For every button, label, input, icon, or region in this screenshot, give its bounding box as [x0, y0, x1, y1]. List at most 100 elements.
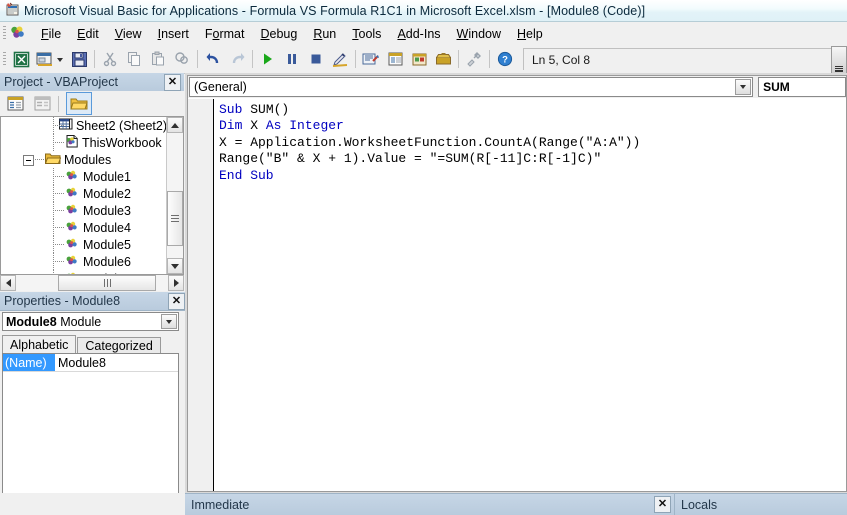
toggle-folders-icon[interactable] [66, 92, 92, 115]
tree-item-label: Module1 [83, 169, 131, 184]
toolbar-overflow-button[interactable] [831, 46, 847, 75]
project-panel-close-icon[interactable]: ✕ [164, 73, 181, 91]
menu-edit[interactable]: Edit [69, 24, 107, 44]
toolbar-drag-grip[interactable] [3, 51, 6, 67]
break-icon[interactable] [280, 47, 304, 71]
property-key: (Name) [3, 354, 55, 371]
save-icon[interactable] [67, 47, 91, 71]
insert-dropdown-caret-icon[interactable] [57, 58, 63, 62]
code-token: SUM() [250, 102, 290, 117]
vba-app-icon [5, 2, 20, 20]
procedure-combo[interactable]: SUM [758, 77, 846, 97]
undo-icon[interactable] [201, 47, 225, 71]
object-browser-icon[interactable] [407, 47, 431, 71]
project-tree-hscrollbar[interactable] [0, 275, 184, 291]
workbook-icon [65, 134, 79, 151]
view-code-icon[interactable] [3, 93, 27, 114]
tree-item-module6[interactable]: Module6 [1, 253, 167, 270]
menu-tools[interactable]: Tools [344, 24, 389, 44]
tree-item-modules-folder[interactable]: Modules [1, 151, 167, 168]
view-excel-icon[interactable] [9, 47, 33, 71]
module-icon [65, 237, 80, 253]
immediate-pane-close-icon[interactable]: ✕ [654, 496, 671, 513]
tab-categorized[interactable]: Categorized [77, 337, 161, 354]
properties-panel: Properties - Module8 ✕ Module8 Module Al… [0, 292, 188, 515]
tree-item-sheet2[interactable]: Sheet2 (Sheet2) [1, 117, 167, 134]
menu-format[interactable]: Format [197, 24, 253, 44]
properties-grid[interactable]: (Name) Module8 [2, 353, 179, 515]
hscroll-track[interactable] [16, 275, 168, 291]
menu-window[interactable]: Window [449, 24, 509, 44]
code-window: (General) SUM Sub SUM() Dim X As Integer… [187, 75, 847, 492]
project-explorer-icon[interactable] [359, 47, 383, 71]
collapse-expander-icon[interactable] [23, 155, 34, 166]
tree-item-label: Module4 [83, 220, 131, 235]
chevron-down-icon[interactable] [161, 314, 177, 329]
menu-debug[interactable]: Debug [252, 24, 305, 44]
locals-pane-header[interactable]: Locals [675, 493, 847, 515]
code-area-container: (General) SUM Sub SUM() Dim X As Integer… [185, 73, 847, 515]
code-line-5: End Sub [219, 168, 274, 183]
code-editor[interactable]: Sub SUM() Dim X As Integer X = Applicati… [188, 99, 846, 491]
code-margin-indicator-bar[interactable] [188, 99, 214, 491]
toolbox-icon[interactable] [431, 47, 455, 71]
immediate-pane-header[interactable]: Immediate ✕ [185, 493, 675, 515]
project-panel-title: Project - VBAProject [4, 75, 118, 89]
toolbar-separator [197, 50, 198, 68]
module-icon [65, 254, 80, 270]
toolbar-separator [94, 50, 95, 68]
code-token: X [250, 118, 266, 134]
scroll-up-arrow-icon[interactable] [167, 117, 183, 133]
properties-panel-close-icon[interactable]: ✕ [168, 292, 185, 310]
properties-object-combo[interactable]: Module8 Module [2, 312, 179, 331]
code-text[interactable]: Sub SUM() Dim X As Integer X = Applicati… [219, 102, 640, 184]
options-icon[interactable] [462, 47, 486, 71]
find-icon[interactable] [170, 47, 194, 71]
tree-item-module3[interactable]: Module3 [1, 202, 167, 219]
property-value[interactable]: Module8 [55, 356, 178, 370]
properties-tabs: Alphabetic Categorized [2, 335, 182, 354]
object-combo[interactable]: (General) [189, 77, 754, 97]
chevron-down-icon[interactable] [735, 79, 752, 95]
menu-insert[interactable]: Insert [150, 24, 197, 44]
code-token: Integer [289, 118, 344, 134]
properties-window-icon[interactable] [383, 47, 407, 71]
tree-item-module7[interactable]: Module7 [1, 270, 167, 274]
menu-view[interactable]: View [107, 24, 150, 44]
run-icon[interactable] [256, 47, 280, 71]
scrollbar-thumb[interactable] [167, 191, 183, 246]
menu-run[interactable]: Run [305, 24, 344, 44]
project-tree[interactable]: Sheet2 (Sheet2) ThisWorkbook Modules Mod… [0, 116, 184, 275]
tree-item-module2[interactable]: Module2 [1, 185, 167, 202]
module-icon [65, 220, 80, 236]
tab-alphabetic[interactable]: Alphabetic [2, 335, 77, 354]
tree-item-module4[interactable]: Module4 [1, 219, 167, 236]
project-tree-vscrollbar[interactable] [166, 117, 183, 274]
copy-icon[interactable] [122, 47, 146, 71]
menu-addins[interactable]: Add-Ins [389, 24, 448, 44]
scroll-left-arrow-icon[interactable] [0, 275, 16, 291]
view-object-icon[interactable] [30, 93, 54, 114]
menu-help[interactable]: Help [509, 24, 551, 44]
tree-item-label: Module2 [83, 186, 131, 201]
menu-drag-grip[interactable] [3, 26, 6, 41]
insert-userform-icon[interactable] [33, 47, 57, 71]
property-row-name[interactable]: (Name) Module8 [3, 354, 178, 372]
redo-icon[interactable] [225, 47, 249, 71]
menu-file[interactable]: FFileile [33, 24, 69, 44]
cursor-position-text: Ln 5, Col 8 [532, 52, 591, 67]
help-icon[interactable]: ? [493, 47, 517, 71]
scroll-down-arrow-icon[interactable] [167, 258, 183, 274]
design-mode-icon[interactable] [328, 47, 352, 71]
paste-icon[interactable] [146, 47, 170, 71]
scrollbar-thumb[interactable] [58, 275, 156, 291]
tree-item-module1[interactable]: Module1 [1, 168, 167, 185]
tree-item-label: ThisWorkbook [82, 135, 162, 150]
scroll-right-arrow-icon[interactable] [168, 275, 184, 291]
tree-item-module5[interactable]: Module5 [1, 236, 167, 253]
tree-item-thisworkbook[interactable]: ThisWorkbook [1, 134, 167, 151]
standard-toolbar: ? Ln 5, Col 8 [0, 45, 847, 75]
title-bar: Microsoft Visual Basic for Applications … [0, 0, 847, 22]
cut-icon[interactable] [98, 47, 122, 71]
reset-icon[interactable] [304, 47, 328, 71]
